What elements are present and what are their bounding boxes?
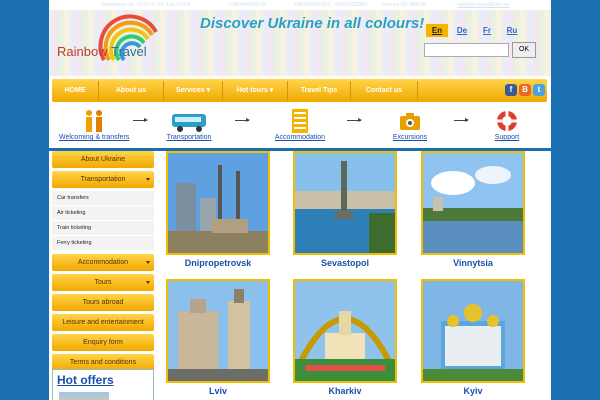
sidebar-accommodation-label: Accommodation (77, 259, 129, 266)
city-name[interactable]: Kharkiv (293, 386, 397, 396)
service-accommodation[interactable]: Accommodation (269, 134, 331, 141)
city-name[interactable]: Dnipropetrovsk (166, 258, 270, 268)
arrow-right-icon (347, 118, 362, 122)
sidebar-accommodation[interactable]: Accommodation (52, 254, 154, 271)
facebook-icon[interactable]: f (505, 84, 517, 96)
nav-services-label: Services (175, 87, 205, 94)
service-transportation[interactable]: Transportation (161, 134, 217, 141)
hot-offer-thumbnail[interactable] (59, 392, 109, 400)
chevron-down-icon: ▾ (269, 87, 274, 94)
nav-hot-tours-label: Hot tours (236, 87, 268, 94)
submenu-train-ticketing[interactable]: Train ticketing (52, 221, 154, 236)
main-nav: HOME About us Services ▾ Hot tours ▾ Tra… (52, 79, 547, 102)
sidebar-transportation-label: Transportation (80, 176, 126, 183)
cell-label: Cell.: (280, 2, 293, 8)
sidebar-tours-label: Tours (94, 279, 112, 286)
city-name[interactable]: Sevastopol (293, 258, 397, 268)
city-card[interactable]: Kyiv (421, 279, 525, 396)
city-name[interactable]: Vinnytsia (421, 258, 525, 268)
nav-travel-tips[interactable]: Travel Tips (288, 79, 350, 102)
email-link[interactable]: rainbow-travel@ukr.net (458, 2, 510, 8)
logo-word-rainbow: Rainbow (57, 44, 108, 59)
hot-offers-box: Hot offers (52, 369, 154, 400)
contact-bar: Address: Rebinskoye str. 31/16 of. 14, K… (0, 0, 600, 10)
twitter-icon[interactable]: t (533, 84, 545, 96)
lang-de[interactable]: De (451, 24, 473, 37)
logo-wordmark[interactable]: Rainbow Travel (57, 44, 147, 59)
city-photo[interactable] (293, 151, 397, 255)
submenu-air-ticketing[interactable]: Air ticketing (52, 206, 154, 221)
chevron-down-icon: ▾ (206, 87, 211, 94)
service-welcoming[interactable]: Welcoming & transfers (59, 134, 129, 141)
city-photo[interactable] (421, 151, 525, 255)
sidebar-leisure[interactable]: Leisure and entertainment (52, 314, 154, 331)
sidebar-about-ukraine[interactable]: About Ukraine (52, 151, 154, 168)
chevron-down-icon (146, 178, 150, 181)
nav-services[interactable]: Services ▾ (164, 79, 222, 102)
nav-contact[interactable]: Contact us (351, 79, 417, 102)
sidebar-enquiry-form[interactable]: Enquiry form (52, 334, 154, 351)
chevron-down-icon (146, 281, 150, 284)
lang-fr[interactable]: Fr (476, 24, 498, 37)
services-strip: Welcoming & transfers Transportation Acc… (49, 104, 551, 148)
sidebar-tours[interactable]: Tours (52, 274, 154, 291)
city-photo[interactable] (421, 279, 525, 383)
city-card[interactable]: Kharkiv (293, 279, 397, 396)
search-ok-button[interactable]: OK (512, 42, 536, 58)
camera-icon (400, 113, 420, 130)
city-gallery: Dnipropetrovsk Sevastopol Vinnytsia Lviv… (160, 151, 550, 400)
sidebar-tours-abroad[interactable]: Tours abroad (52, 294, 154, 311)
lang-ru[interactable]: Ru (501, 24, 523, 37)
city-photo[interactable] (293, 279, 397, 383)
lang-en[interactable]: En (426, 24, 448, 37)
city-photo[interactable] (166, 279, 270, 383)
site-slogan: Discover Ukraine in all colours! (200, 15, 425, 32)
search-input[interactable] (424, 43, 509, 57)
arrow-right-icon (235, 118, 250, 122)
city-name[interactable]: Kyiv (421, 386, 525, 396)
sidebar: About Ukraine Transportation Car transfe… (52, 151, 154, 374)
logo-word-travel: Travel (110, 44, 147, 59)
phone-label: Phone: (211, 2, 228, 8)
license-text: Licence AG 580628 (382, 2, 426, 8)
transport-submenu: Car transfers Air ticketing Train ticket… (52, 191, 154, 251)
nav-hot-tours[interactable]: Hot tours ▾ (223, 79, 287, 102)
city-card[interactable]: Dnipropetrovsk (166, 151, 270, 268)
hotel-icon (292, 109, 308, 133)
nav-home[interactable]: HOME (52, 79, 98, 102)
city-card[interactable]: Vinnytsia (421, 151, 525, 268)
email-label: E-Mail: (440, 2, 457, 8)
nav-divider (417, 81, 418, 100)
city-photo[interactable] (166, 151, 270, 255)
city-name[interactable]: Lviv (166, 386, 270, 396)
city-card[interactable]: Sevastopol (293, 151, 397, 268)
chevron-down-icon (146, 261, 150, 264)
people-icon (86, 110, 102, 132)
arrow-right-icon (133, 118, 148, 122)
address-label: Address: (78, 2, 100, 8)
submenu-ferry-ticketing[interactable]: Ferry ticketing (52, 236, 154, 251)
submenu-car-transfers[interactable]: Car transfers (52, 191, 154, 206)
lifebuoy-icon (497, 111, 517, 131)
nav-about[interactable]: About us (99, 79, 163, 102)
sidebar-transportation[interactable]: Transportation (52, 171, 154, 188)
arrow-right-icon (454, 118, 469, 122)
phone-text: +380444828579 (229, 2, 266, 8)
service-excursions[interactable]: Excursions (385, 134, 435, 141)
hot-offers-link[interactable]: Hot offers (57, 373, 114, 387)
city-card[interactable]: Lviv (166, 279, 270, 396)
service-support[interactable]: Support (485, 134, 529, 141)
cell-text: +380506580913, +380971820817 (293, 2, 369, 8)
blogger-icon[interactable]: B (519, 84, 531, 96)
bus-icon (172, 114, 206, 132)
